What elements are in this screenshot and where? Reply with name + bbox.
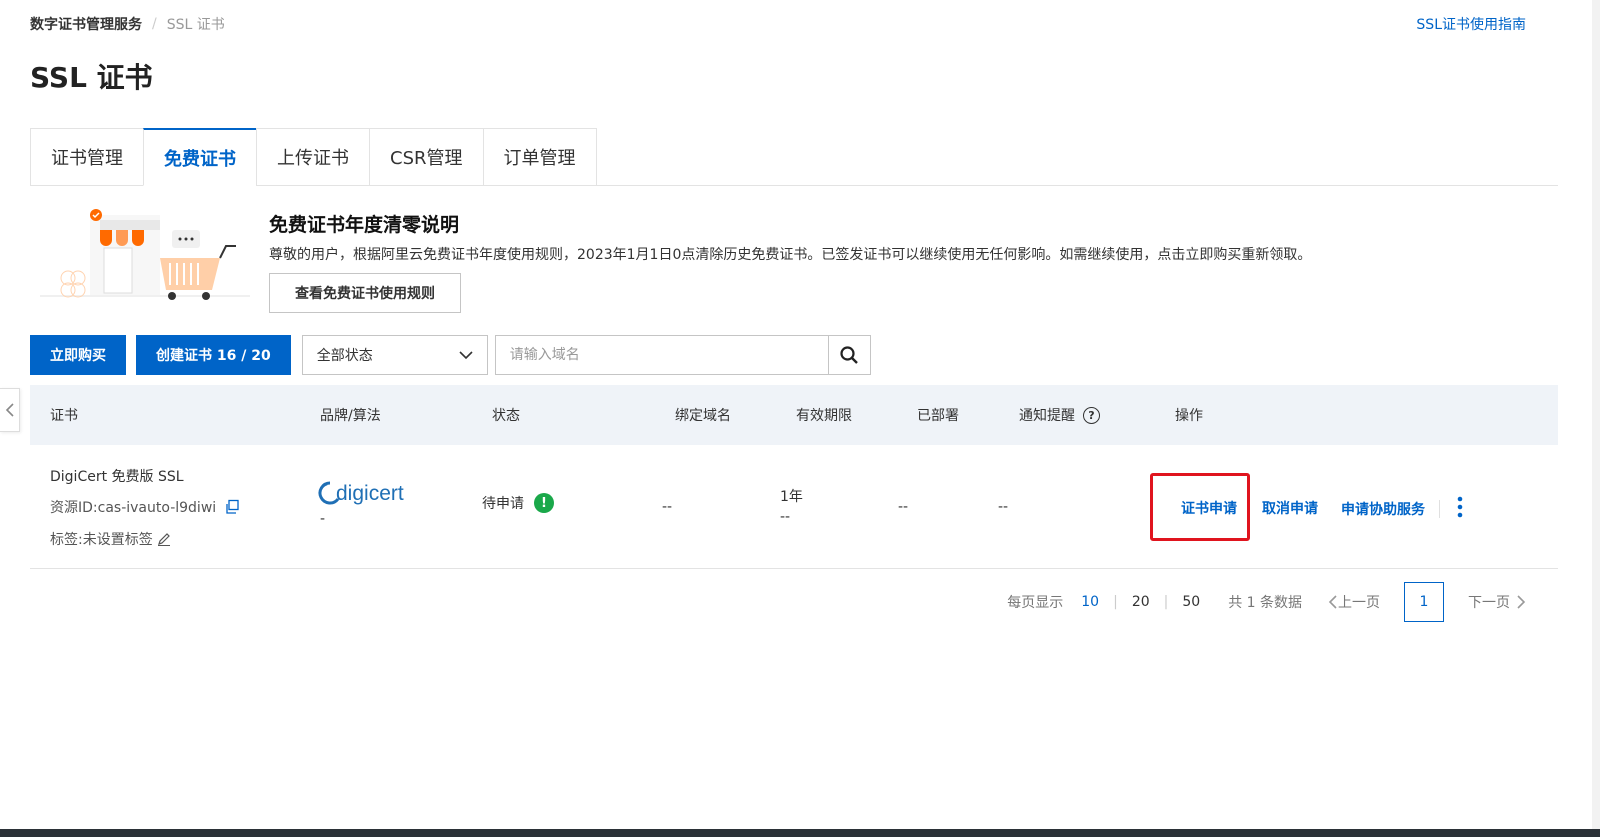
tab-order-management[interactable]: 订单管理 (482, 128, 597, 186)
page-title: SSL 证书 (30, 61, 153, 94)
header-domain: 绑定域名 (675, 408, 731, 424)
toolbar: 立即购买 创建证书 16 / 20 全部状态 (30, 335, 871, 375)
header-brand: 品牌/算法 (320, 408, 381, 424)
brand-logo: digicert (318, 479, 418, 511)
domain-value: -- (662, 499, 673, 515)
breadcrumb-separator: / (152, 16, 157, 32)
scrollbar-track[interactable] (1592, 0, 1600, 829)
ops-divider (1439, 500, 1440, 518)
chevron-down-icon (459, 351, 473, 360)
validity-date: -- (780, 509, 791, 525)
view-rules-button[interactable]: 查看免费证书使用规则 (269, 273, 461, 313)
status-label: 待申请 (482, 496, 524, 512)
page-size-50[interactable]: 50 (1182, 594, 1200, 610)
brand-name: digicert (336, 482, 404, 505)
status-cell: 待申请 ! (482, 493, 554, 513)
header-ops: 操作 (1175, 408, 1203, 424)
help-icon[interactable]: ? (1083, 406, 1100, 424)
ssl-guide-link[interactable]: SSL证书使用指南 (1416, 14, 1526, 34)
copy-icon[interactable] (224, 499, 240, 515)
resource-id: 资源ID:cas-ivauto-l9diwi (50, 500, 217, 516)
search-button[interactable] (828, 335, 871, 375)
per-page-label: 每页显示 (1007, 595, 1064, 611)
tag-label: 标签:未设置标签 (50, 532, 153, 548)
page-number-current[interactable]: 1 (1404, 582, 1444, 622)
algorithm: - (320, 511, 326, 527)
header-validity: 有效期限 (796, 408, 852, 424)
notice-title: 免费证书年度清零说明 (269, 214, 460, 236)
page-size-10[interactable]: 10 (1081, 594, 1099, 610)
shop-cart-illustration (40, 209, 250, 300)
create-cert-button[interactable]: 创建证书 16 / 20 (136, 335, 291, 375)
tab-bar: 证书管理 免费证书 上传证书 CSR管理 订单管理 (30, 128, 1558, 186)
chevron-left-icon (1328, 595, 1337, 609)
more-vertical-icon (1457, 496, 1463, 518)
notice-text: 尊敬的用户，根据阿里云免费证书年度使用规则，2023年1月1日0点清除历史免费证… (269, 247, 1312, 263)
digicert-logo: digicert (318, 481, 404, 505)
alert-icon: ! (534, 493, 554, 513)
deployed-value: -- (898, 499, 909, 515)
table-header: 证书 品牌/算法 状态 绑定域名 有效期限 已部署 通知提醒 ? 操作 (30, 385, 1558, 445)
cert-table: 证书 品牌/算法 状态 绑定域名 有效期限 已部署 通知提醒 ? 操作 Digi… (30, 385, 1558, 569)
chevron-right-icon (1517, 595, 1526, 609)
prev-page-label: 上一页 (1338, 595, 1380, 611)
pagination: 每页显示 10 | 20 | 50 共 1 条数据 上一页 1 下一页 (1007, 582, 1526, 622)
tab-cert-management[interactable]: 证书管理 (30, 128, 143, 186)
more-actions-button[interactable] (1456, 495, 1464, 523)
status-select-value: 全部状态 (316, 348, 373, 364)
tag-line[interactable]: 标签:未设置标签 (50, 529, 171, 549)
page-size-separator: | (1163, 594, 1169, 610)
notify-value: -- (998, 499, 1009, 515)
header-status: 状态 (492, 408, 520, 424)
edit-icon[interactable] (157, 532, 171, 546)
bottom-bar (0, 829, 1600, 837)
cancel-apply-link[interactable]: 取消申请 (1262, 498, 1318, 518)
breadcrumb-current: SSL 证书 (166, 17, 225, 33)
page-size-20[interactable]: 20 (1132, 594, 1150, 610)
chevron-left-icon (5, 403, 14, 417)
sidebar-toggle[interactable] (0, 388, 20, 432)
prev-page-button[interactable]: 上一页 (1328, 592, 1380, 612)
page-size-separator: | (1113, 594, 1118, 610)
header-notify-label: 通知提醒 (1019, 408, 1075, 424)
next-page-label: 下一页 (1468, 595, 1510, 611)
validity-period: 1年 (780, 489, 803, 505)
tab-csr-management[interactable]: CSR管理 (369, 128, 483, 186)
search-icon (840, 346, 859, 364)
domain-search-input[interactable] (494, 335, 829, 375)
header-notify: 通知提醒 ? (1019, 385, 1100, 445)
status-select[interactable]: 全部状态 (301, 335, 488, 375)
tab-free-cert[interactable]: 免费证书 (143, 128, 256, 186)
breadcrumb-root[interactable]: 数字证书管理服务 (30, 14, 142, 34)
table-row: DigiCert 免费版 SSL 资源ID:cas-ivauto-l9diwi … (30, 445, 1558, 569)
header-deployed: 已部署 (917, 408, 959, 424)
breadcrumb: 数字证书管理服务 / SSL 证书 (30, 14, 225, 34)
header-cert: 证书 (50, 408, 78, 424)
cert-name: DigiCert 免费版 SSL (50, 469, 184, 485)
assist-service-link[interactable]: 申请协助服务 (1341, 499, 1425, 519)
total-count: 共 1 条数据 (1228, 595, 1302, 611)
buy-now-button[interactable]: 立即购买 (30, 335, 126, 375)
highlight-annotation (1150, 473, 1250, 541)
resource-id-line: 资源ID:cas-ivauto-l9diwi (50, 497, 240, 517)
tab-upload-cert[interactable]: 上传证书 (256, 128, 369, 186)
next-page-button[interactable]: 下一页 (1468, 592, 1526, 612)
